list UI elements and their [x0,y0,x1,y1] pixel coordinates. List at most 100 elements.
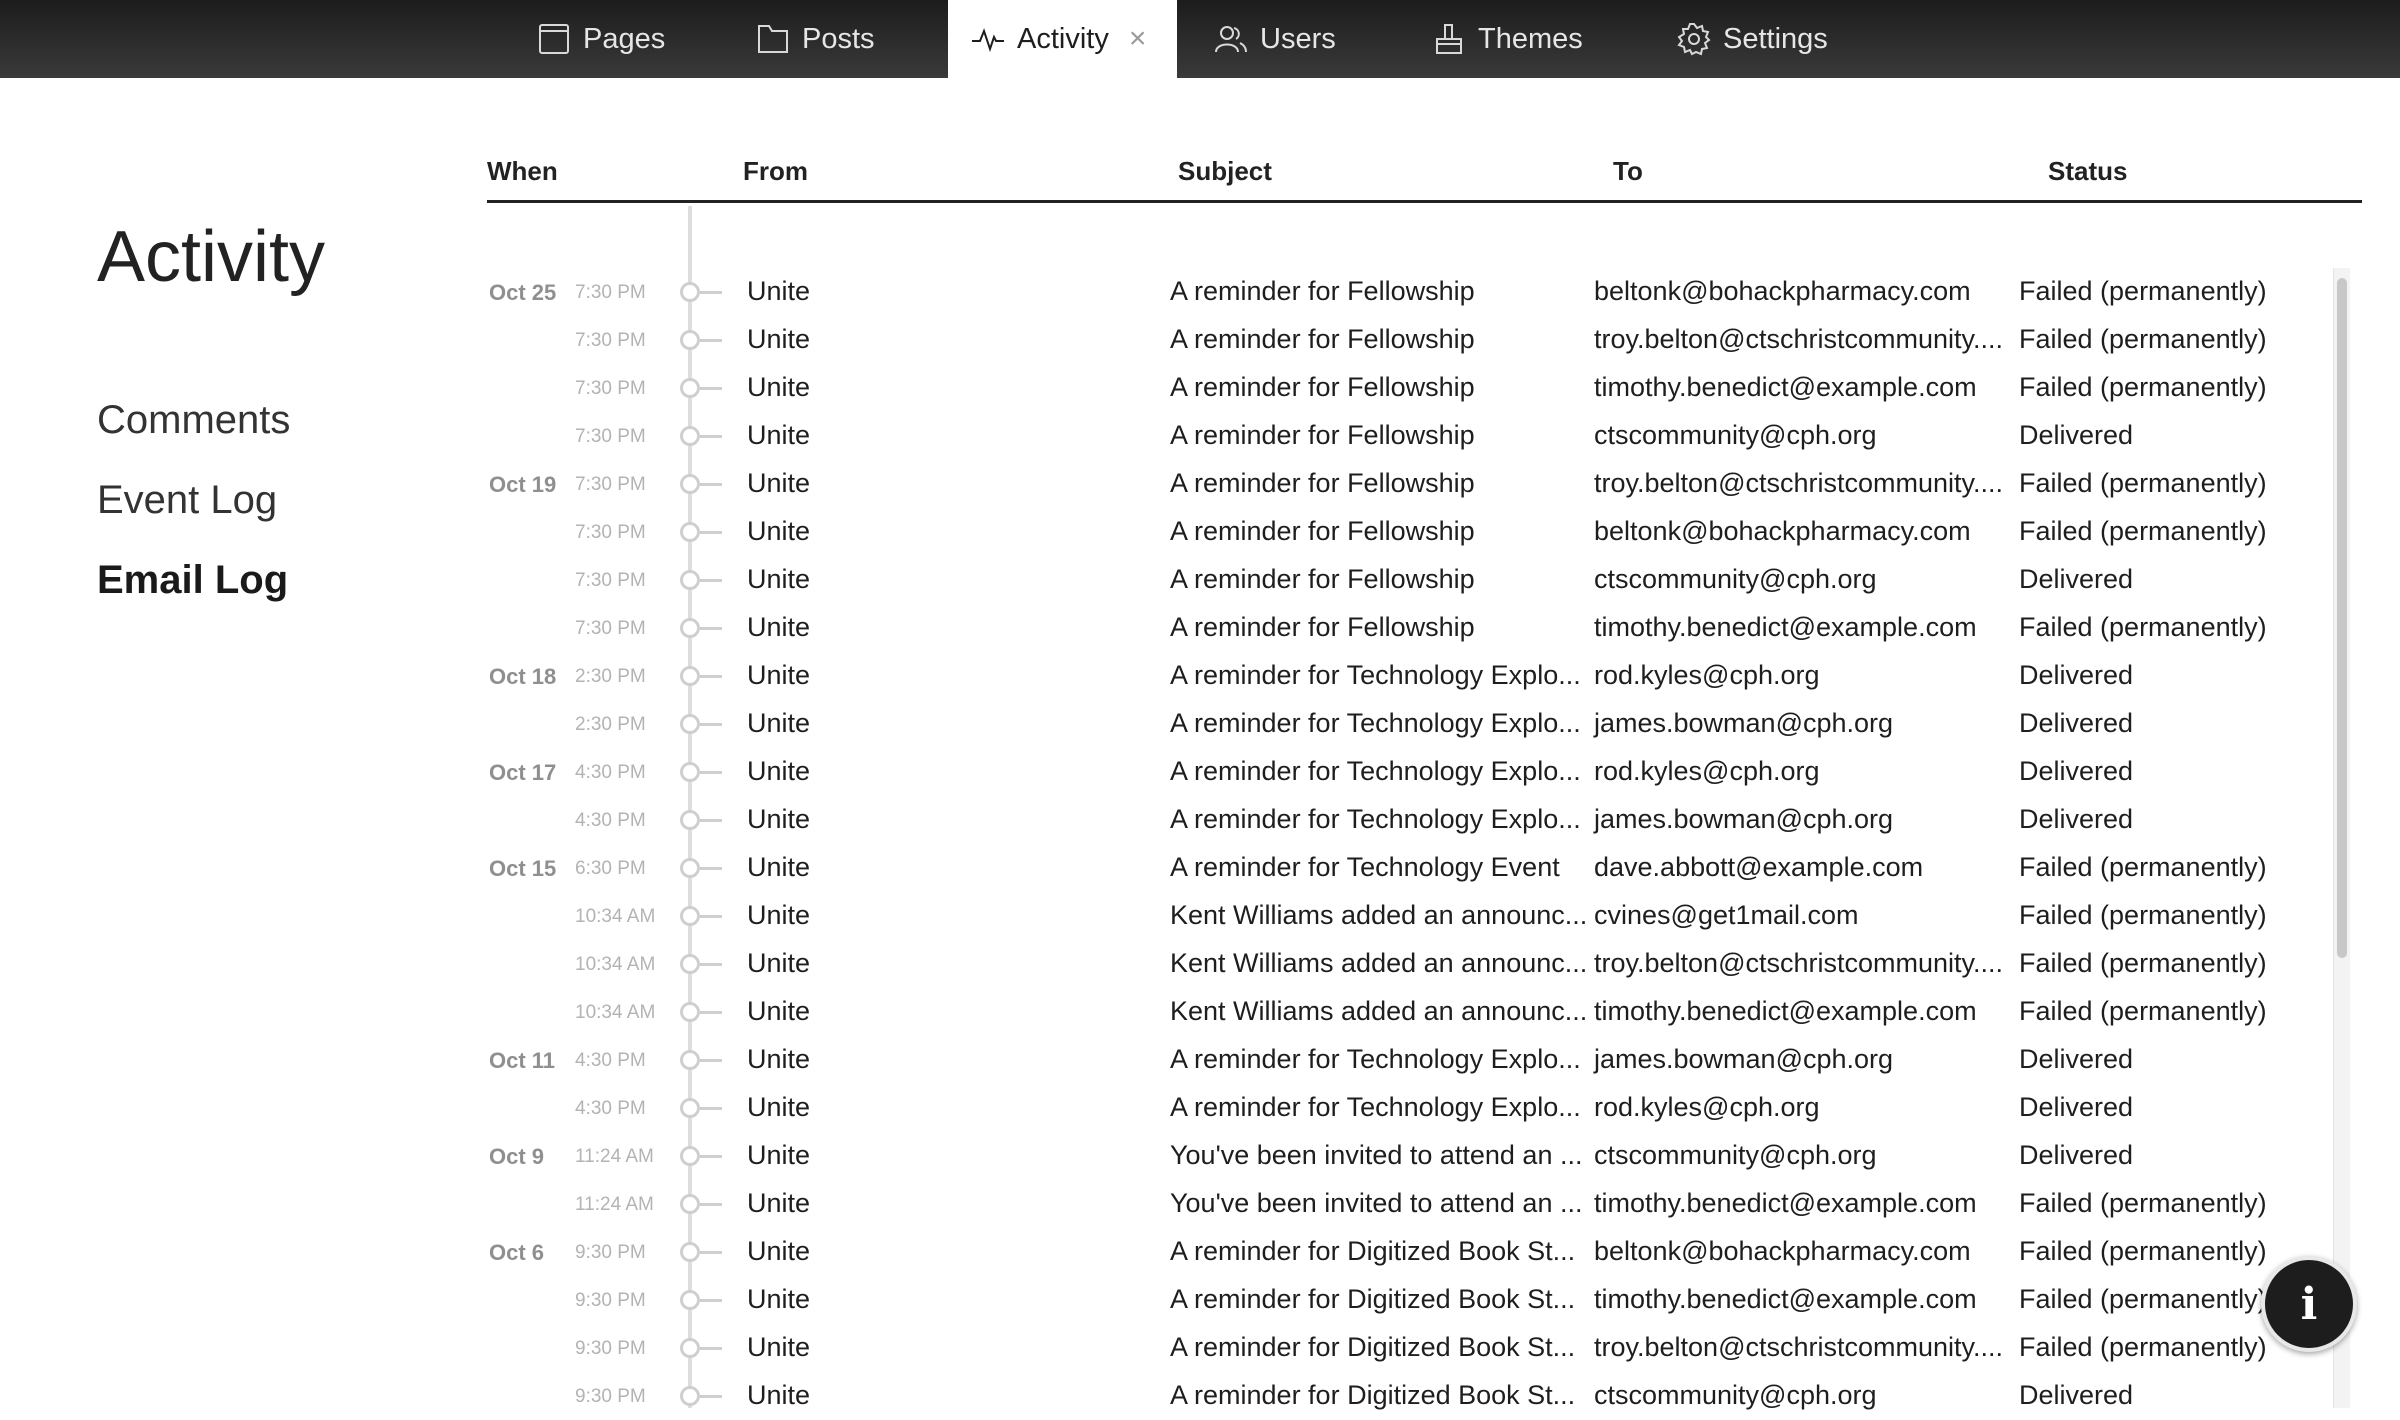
table-row[interactable]: 9:30 PM Unite A reminder for Digitized Boo… [0,1372,2330,1420]
row-time: 10:34 AM [575,906,656,927]
row-subject: Kent Williams added an announc... [1170,996,1588,1026]
timeline-tick [700,915,722,918]
row-from: Unite [747,1092,811,1122]
table-row[interactable]: 10:34 AM Unite Kent Williams added an anno… [0,988,2330,1036]
row-status: Delivered [2019,708,2134,738]
row-status: Failed (permanently) [2019,372,2267,402]
row-to: timothy.benedict@example.com [1594,996,1977,1026]
row-time: 7:30 PM [575,426,646,447]
row-from: Unite [747,852,811,882]
info-button[interactable]: i [2261,1256,2357,1352]
table-row[interactable]: 7:30 PM Unite A reminder for Fellowship tro… [0,316,2330,364]
table-row[interactable]: 7:30 PM Unite A reminder for Fellowship tim… [0,604,2330,652]
timeline-node [680,1098,700,1118]
table-row[interactable]: 7:30 PM Unite A reminder for Fellowship cts… [0,556,2330,604]
table-row[interactable]: 7:30 PM Unite A reminder for Fellowship tim… [0,364,2330,412]
tab-activity[interactable]: Activity × [948,0,1177,78]
row-subject: A reminder for Digitized Book St... [1170,1332,1576,1362]
table-row[interactable]: 10:34 AM Unite Kent Williams added an anno… [0,892,2330,940]
timeline-node [680,378,700,398]
timeline-node [680,1194,700,1214]
row-time: 9:30 PM [575,1242,646,1263]
row-to: beltonk@bohackpharmacy.com [1594,1236,1971,1266]
row-from: Unite [747,804,811,834]
scrollbar-thumb[interactable] [2337,278,2347,958]
row-subject: A reminder for Technology Explo... [1170,1092,1581,1122]
table-row[interactable]: 9:30 PM Unite A reminder for Digitized Boo… [0,1324,2330,1372]
row-status: Delivered [2019,1140,2134,1170]
timeline-node [680,1002,700,1022]
row-subject: A reminder for Technology Explo... [1170,708,1581,738]
tab-users[interactable]: Users [1214,0,1336,78]
row-to: rod.kyles@cph.org [1594,1092,1820,1122]
column-header-from[interactable]: From [743,156,808,187]
column-header-when[interactable]: When [487,156,558,187]
table-row[interactable]: Oct 25 7:30 PM Unite A reminder for Fellows… [0,268,2330,316]
row-time: 10:34 AM [575,1002,656,1023]
table-row[interactable]: 4:30 PM Unite A reminder for Technology Ex… [0,1084,2330,1132]
row-subject: A reminder for Digitized Book St... [1170,1236,1576,1266]
timeline-node [680,570,700,590]
row-from: Unite [747,324,811,354]
timeline-node [680,618,700,638]
row-from: Unite [747,660,811,690]
close-icon[interactable]: × [1129,22,1147,56]
timeline-tick [700,387,722,390]
table-row[interactable]: Oct 18 2:30 PM Unite A reminder for Technol… [0,652,2330,700]
column-header-to[interactable]: To [1613,156,1643,187]
row-to: troy.belton@ctschristcommunity.... [1594,948,2004,978]
row-status: Failed (permanently) [2019,1188,2267,1218]
table-row[interactable]: 4:30 PM Unite A reminder for Technology Ex… [0,796,2330,844]
row-to: troy.belton@ctschristcommunity.... [1594,468,2004,498]
table-row[interactable]: 9:30 PM Unite A reminder for Digitized Boo… [0,1276,2330,1324]
row-time: 7:30 PM [575,378,646,399]
row-to: dave.abbott@example.com [1594,852,1924,882]
users-icon [1215,26,1247,53]
row-from: Unite [747,372,811,402]
table-row[interactable]: 7:30 PM Unite A reminder for Fellowship bel… [0,508,2330,556]
column-header-status[interactable]: Status [2048,156,2127,187]
row-status: Failed (permanently) [2019,516,2267,546]
column-header-subject[interactable]: Subject [1178,156,1272,187]
tab-themes[interactable]: Themes [1432,0,1583,78]
row-status: Delivered [2019,564,2134,594]
top-nav-bar: Pages Posts Activity × Users Themes Sett… [0,0,2400,78]
table-row[interactable]: 10:34 AM Unite Kent Williams added an anno… [0,940,2330,988]
row-to: timothy.benedict@example.com [1594,1188,1977,1218]
timeline-node [680,330,700,350]
table-row[interactable]: 11:24 AM Unite You've been invited to atte… [0,1180,2330,1228]
timeline-tick [700,723,722,726]
timeline-tick [700,291,722,294]
row-status: Delivered [2019,660,2134,690]
timeline-node [680,426,700,446]
table-row[interactable]: Oct 11 4:30 PM Unite A reminder for Technol… [0,1036,2330,1084]
row-subject: A reminder for Fellowship [1170,420,1475,450]
table-row[interactable]: Oct 19 7:30 PM Unite A reminder for Fellows… [0,460,2330,508]
row-subject: A reminder for Fellowship [1170,612,1475,642]
row-to: beltonk@bohackpharmacy.com [1594,516,1971,546]
row-to: ctscommunity@cph.org [1594,564,1877,594]
row-time: 11:24 AM [575,1194,654,1215]
timeline-tick [700,1107,722,1110]
row-subject: A reminder for Fellowship [1170,468,1475,498]
tab-posts[interactable]: Posts [756,0,875,78]
row-status: Failed (permanently) [2019,612,2267,642]
table-row[interactable]: Oct 15 6:30 PM Unite A reminder for Technol… [0,844,2330,892]
row-subject: You've been invited to attend an ... [1170,1140,1583,1170]
tab-pages[interactable]: Pages [537,0,665,78]
row-status: Delivered [2019,804,2134,834]
row-from: Unite [747,948,811,978]
table-row[interactable]: 7:30 PM Unite A reminder for Fellowship cts… [0,412,2330,460]
page-icon [539,24,569,54]
table-row[interactable]: Oct 6 9:30 PM Unite A reminder for Digitize… [0,1228,2330,1276]
row-date: Oct 17 [489,760,557,785]
row-date: Oct 18 [489,664,557,689]
tab-settings[interactable]: Settings [1677,0,1828,78]
row-time: 6:30 PM [575,858,646,879]
table-row[interactable]: Oct 9 11:24 AM Unite You've been invited to… [0,1132,2330,1180]
table-row[interactable]: Oct 17 4:30 PM Unite A reminder for Technol… [0,748,2330,796]
table-row[interactable]: 2:30 PM Unite A reminder for Technology Ex… [0,700,2330,748]
row-date: Oct 19 [489,472,557,497]
timeline-tick [700,1299,722,1302]
row-status: Failed (permanently) [2019,324,2267,354]
